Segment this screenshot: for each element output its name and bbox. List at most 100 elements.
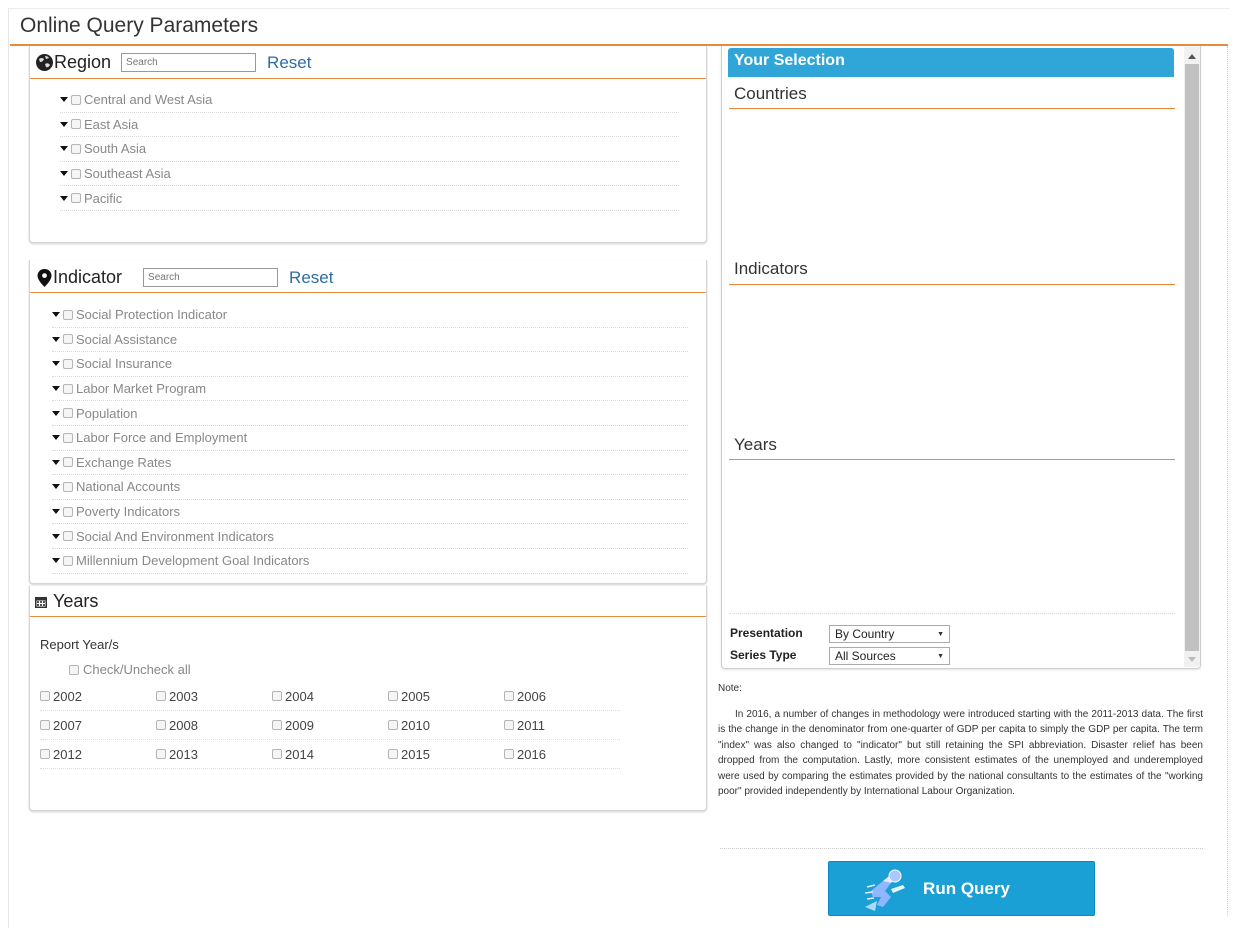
checkbox[interactable] bbox=[71, 168, 81, 179]
caret-down-icon[interactable] bbox=[52, 558, 60, 564]
list-item[interactable]: Millennium Development Goal Indicators bbox=[52, 549, 688, 574]
region-title: Region bbox=[54, 52, 112, 72]
caret-down-icon[interactable] bbox=[52, 361, 60, 367]
list-item[interactable]: Central and West Asia bbox=[60, 88, 679, 113]
region-search-input[interactable] bbox=[121, 53, 257, 72]
checkbox[interactable] bbox=[156, 691, 166, 701]
list-item[interactable]: Social Insurance bbox=[52, 352, 688, 377]
indicator-search-input[interactable] bbox=[143, 268, 279, 287]
checkbox[interactable] bbox=[63, 531, 73, 542]
caret-down-icon[interactable] bbox=[60, 146, 68, 152]
checkbox[interactable] bbox=[272, 720, 282, 730]
year-option[interactable]: 2015 bbox=[388, 747, 504, 762]
year-option[interactable]: 2003 bbox=[156, 689, 272, 704]
caret-down-icon[interactable] bbox=[52, 410, 60, 416]
checkbox[interactable] bbox=[388, 720, 398, 730]
checkbox[interactable] bbox=[504, 749, 514, 759]
list-item[interactable]: Exchange Rates bbox=[52, 451, 688, 476]
selection-panel bbox=[721, 46, 1201, 669]
year-option[interactable]: 2010 bbox=[388, 718, 504, 733]
list-item[interactable]: National Accounts bbox=[52, 475, 688, 500]
scrollbar-thumb[interactable] bbox=[1185, 64, 1199, 651]
year-option[interactable]: 2008 bbox=[156, 718, 272, 733]
item-label: Exchange Rates bbox=[76, 454, 172, 470]
list-item[interactable]: Labor Market Program bbox=[52, 377, 688, 402]
checkbox[interactable] bbox=[63, 432, 73, 443]
caret-down-icon[interactable] bbox=[52, 386, 60, 392]
years-title: Years bbox=[53, 591, 99, 611]
caret-down-icon[interactable] bbox=[60, 171, 68, 177]
checkbox[interactable] bbox=[71, 193, 81, 204]
scroll-up-icon[interactable] bbox=[1188, 54, 1196, 59]
year-option[interactable]: 2014 bbox=[272, 747, 388, 762]
year-label: 2015 bbox=[401, 746, 430, 762]
checkbox[interactable] bbox=[40, 720, 50, 730]
checkbox[interactable] bbox=[272, 691, 282, 701]
run-query-button[interactable]: Run Query bbox=[828, 861, 1095, 916]
list-item[interactable]: South Asia bbox=[60, 137, 679, 162]
caret-down-icon[interactable] bbox=[60, 195, 68, 201]
year-option[interactable]: 2013 bbox=[156, 747, 272, 762]
caret-down-icon[interactable] bbox=[52, 484, 60, 490]
list-item[interactable]: Population bbox=[52, 401, 688, 426]
note-label: Note: bbox=[718, 683, 742, 694]
year-option[interactable]: 2011 bbox=[504, 718, 620, 733]
caret-down-icon[interactable] bbox=[60, 121, 68, 127]
year-option[interactable]: 2002 bbox=[40, 689, 156, 704]
year-option[interactable]: 2007 bbox=[40, 718, 156, 733]
caret-down-icon[interactable] bbox=[52, 435, 60, 441]
year-option[interactable]: 2016 bbox=[504, 747, 620, 762]
checkbox[interactable] bbox=[388, 691, 398, 701]
checkbox[interactable] bbox=[156, 749, 166, 759]
checkbox[interactable] bbox=[40, 691, 50, 701]
caret-down-icon[interactable] bbox=[52, 509, 60, 515]
caret-down-icon[interactable] bbox=[60, 97, 68, 103]
list-item[interactable]: East Asia bbox=[60, 113, 679, 138]
year-option[interactable]: 2005 bbox=[388, 689, 504, 704]
year-option[interactable]: 2004 bbox=[272, 689, 388, 704]
region-reset-link[interactable]: Reset bbox=[267, 53, 311, 73]
indicator-reset-link[interactable]: Reset bbox=[289, 268, 333, 288]
checkbox[interactable] bbox=[63, 408, 73, 419]
checkbox[interactable] bbox=[63, 309, 73, 320]
checkbox[interactable] bbox=[63, 334, 73, 345]
item-label: Social Insurance bbox=[76, 356, 173, 372]
checkbox[interactable] bbox=[71, 119, 81, 130]
checkbox[interactable] bbox=[63, 555, 73, 566]
list-item[interactable]: Labor Force and Employment bbox=[52, 426, 688, 451]
caret-down-icon[interactable] bbox=[52, 533, 60, 539]
checkbox[interactable] bbox=[63, 457, 73, 468]
year-option[interactable]: 2012 bbox=[40, 747, 156, 762]
caret-down-icon[interactable] bbox=[52, 312, 60, 318]
list-item[interactable]: Poverty Indicators bbox=[52, 500, 688, 525]
indicators-heading: Indicators bbox=[734, 259, 808, 278]
caret-down-icon[interactable] bbox=[52, 336, 60, 342]
caret-down-icon[interactable] bbox=[52, 459, 60, 465]
year-option[interactable]: 2006 bbox=[504, 689, 620, 704]
checkbox[interactable] bbox=[63, 506, 73, 517]
checkbox[interactable] bbox=[388, 749, 398, 759]
checkbox[interactable] bbox=[504, 691, 514, 701]
list-item[interactable]: Pacific bbox=[60, 186, 679, 211]
list-item[interactable]: Social And Environment Indicators bbox=[52, 524, 688, 549]
years-selection-divider bbox=[729, 459, 1175, 460]
checkbox[interactable] bbox=[272, 749, 282, 759]
checkbox[interactable] bbox=[40, 749, 50, 759]
presentation-select[interactable]: By Country ▼ bbox=[829, 625, 950, 643]
checkbox[interactable] bbox=[71, 143, 81, 154]
checkbox[interactable] bbox=[63, 358, 73, 369]
checkbox[interactable] bbox=[156, 720, 166, 730]
list-item[interactable]: Social Assistance bbox=[52, 328, 688, 353]
series-type-select[interactable]: All Sources ▼ bbox=[829, 647, 950, 665]
checkbox[interactable] bbox=[71, 94, 81, 105]
check-all-toggle[interactable]: Check/Uncheck all bbox=[69, 662, 191, 677]
checkbox[interactable] bbox=[69, 664, 79, 675]
list-item[interactable]: Southeast Asia bbox=[60, 162, 679, 187]
year-label: 2012 bbox=[53, 746, 82, 762]
checkbox[interactable] bbox=[63, 383, 73, 394]
checkbox[interactable] bbox=[63, 481, 73, 492]
scroll-down-icon[interactable] bbox=[1188, 657, 1196, 662]
year-option[interactable]: 2009 bbox=[272, 718, 388, 733]
checkbox[interactable] bbox=[504, 720, 514, 730]
list-item[interactable]: Social Protection Indicator bbox=[52, 303, 688, 328]
